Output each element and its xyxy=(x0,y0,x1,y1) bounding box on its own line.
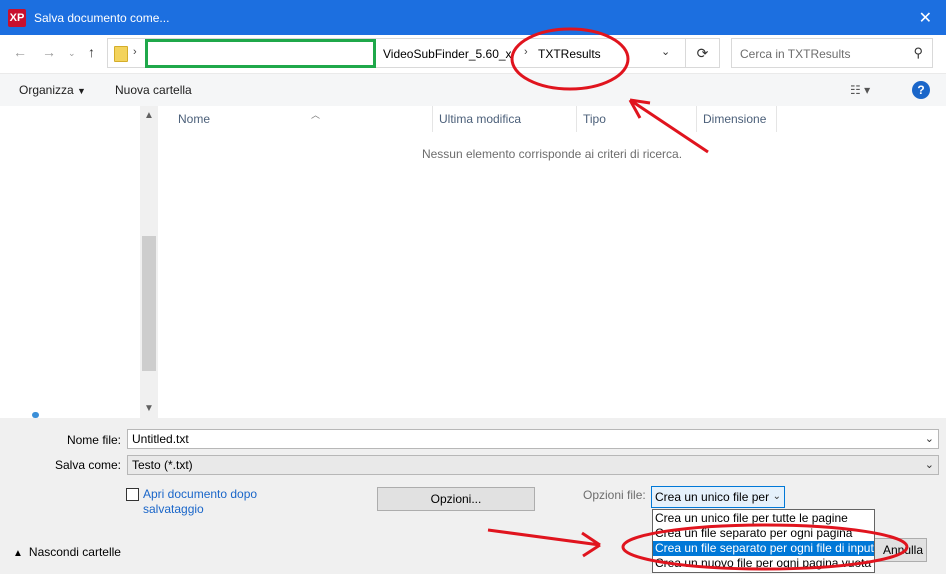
option-file-per-input[interactable]: Crea un file separato per ogni file di i… xyxy=(653,541,874,556)
file-list[interactable]: Nome ︿ Ultima modifica Tipo Dimensione Ne… xyxy=(158,106,946,418)
column-header-name[interactable]: Nome ︿ xyxy=(171,110,320,132)
save-type-value: Testo (*.txt) xyxy=(132,458,193,472)
nav-scrollbar[interactable]: ▲ ▼ xyxy=(140,106,158,418)
file-options-selected: Crea un unico file per xyxy=(655,490,770,504)
filename-label: Nome file: xyxy=(66,433,121,447)
refresh-icon[interactable]: ⟳ xyxy=(685,38,719,68)
scroll-up-icon[interactable]: ▲ xyxy=(144,110,154,121)
forward-icon[interactable]: → xyxy=(42,44,56,60)
search-icon: ⚲ xyxy=(913,45,923,60)
chevron-down-icon[interactable]: ⌄ xyxy=(770,487,781,507)
scroll-thumb[interactable] xyxy=(142,236,156,371)
column-divider[interactable] xyxy=(776,106,777,132)
title-bar: XP Salva documento come... ✕ xyxy=(0,0,946,35)
empty-message: Nessun elemento corrisponde ai criteri d… xyxy=(421,147,683,161)
save-form: Nome file: Untitled.txt ⌄ Salva come: Te… xyxy=(0,418,946,574)
chevron-right-icon[interactable]: › xyxy=(524,46,528,58)
organize-button[interactable]: Organizza ▼ xyxy=(19,83,86,97)
option-file-per-page[interactable]: Crea un file separato per ogni pagina xyxy=(653,526,874,541)
up-folder-icon[interactable]: ↑ xyxy=(88,44,95,60)
chevron-down-icon: ▼ xyxy=(77,86,86,96)
file-options-select[interactable]: Crea un unico file per ⌄ xyxy=(651,486,785,508)
breadcrumb-videosubfinder[interactable]: VideoSubFinder_5.60_x64 xyxy=(383,47,511,61)
back-icon[interactable]: ← xyxy=(13,44,27,60)
breadcrumb-txtresults[interactable]: TXTResults xyxy=(538,47,601,61)
command-bar: Organizza ▼ Nuova cartella ☷ ▾ ? xyxy=(0,73,946,106)
scroll-down-icon[interactable]: ▼ xyxy=(144,403,154,414)
sort-ascending-icon: ︿ xyxy=(311,110,321,120)
search-placeholder: Cerca in TXTResults xyxy=(740,47,851,61)
new-folder-button[interactable]: Nuova cartella xyxy=(115,83,192,97)
search-input[interactable]: Cerca in TXTResults ⚲ xyxy=(731,38,933,68)
open-after-save-label[interactable]: Apri documento dopo salvataggio xyxy=(143,487,283,517)
file-options-label: Opzioni file: xyxy=(583,488,646,502)
save-type-label: Salva come: xyxy=(54,458,121,472)
hide-folders-button[interactable]: ▲ Nascondi cartelle xyxy=(13,545,121,559)
file-options-dropdown[interactable]: Crea un unico file per tutte le pagine C… xyxy=(652,509,875,573)
open-after-save-checkbox[interactable] xyxy=(126,488,139,501)
address-bar[interactable]: › VideoSubFinder_5.60_x64 › TXTResults ⌄ xyxy=(107,38,720,68)
recent-locations-icon[interactable]: ⌄ xyxy=(68,48,76,59)
chevron-right-icon[interactable]: › xyxy=(133,46,137,58)
address-row: ← → ⌄ ↑ › VideoSubFinder_5.60_x64 › TXTR… xyxy=(0,35,946,73)
column-header-modified[interactable]: Ultima modifica xyxy=(432,112,521,132)
close-icon[interactable]: ✕ xyxy=(919,8,932,28)
redacted-path-box xyxy=(145,39,376,68)
folder-icon xyxy=(114,46,128,62)
filename-input[interactable]: Untitled.txt ⌄ xyxy=(127,429,939,449)
options-button[interactable]: Opzioni... xyxy=(377,487,535,511)
option-file-per-empty-page[interactable]: Crea un nuovo file per ogni pagina vuota xyxy=(653,556,874,571)
view-options-icon[interactable]: ☷ ▾ xyxy=(850,83,870,97)
column-header-size[interactable]: Dimensione xyxy=(696,112,766,132)
save-type-select[interactable]: Testo (*.txt) ⌄ xyxy=(127,455,939,475)
option-single-file[interactable]: Crea un unico file per tutte le pagine xyxy=(653,511,874,526)
filename-value: Untitled.txt xyxy=(132,432,189,446)
app-icon: XP xyxy=(8,8,26,27)
window-title: Salva documento come... xyxy=(34,10,170,25)
chevron-down-icon[interactable]: ⌄ xyxy=(661,45,670,58)
chevron-down-icon[interactable]: ⌄ xyxy=(925,456,934,474)
chevron-up-icon: ▲ xyxy=(13,548,23,559)
column-header-type[interactable]: Tipo xyxy=(576,112,606,132)
chevron-down-icon[interactable]: ⌄ xyxy=(925,430,934,448)
help-icon[interactable]: ? xyxy=(912,81,930,99)
navigation-pane[interactable] xyxy=(0,106,140,418)
